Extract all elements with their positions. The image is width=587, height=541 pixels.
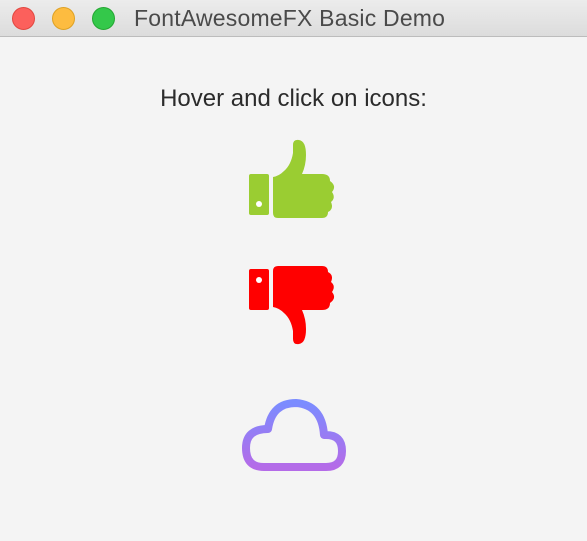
thumbs-down-icon[interactable] — [246, 266, 338, 348]
minimize-window-button[interactable] — [52, 7, 75, 30]
thumbs-up-icon[interactable] — [246, 137, 338, 227]
title-bar[interactable]: FontAwesomeFX Basic Demo — [0, 0, 587, 37]
close-window-button[interactable] — [12, 7, 35, 30]
cloud-icon[interactable] — [240, 397, 350, 475]
window-title: FontAwesomeFX Basic Demo — [134, 5, 446, 31]
main-content: Hover and click on icons: — [0, 37, 587, 541]
app-window: FontAwesomeFX Basic Demo Hover and click… — [0, 0, 587, 541]
instruction-label: Hover and click on icons: — [160, 85, 427, 112]
zoom-window-button[interactable] — [92, 7, 115, 30]
